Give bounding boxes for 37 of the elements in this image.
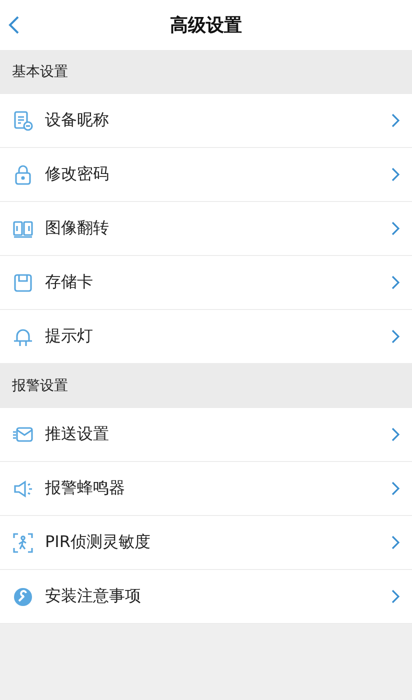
- row-label: 图像翻转: [45, 218, 110, 239]
- row-label: 修改密码: [45, 164, 110, 185]
- settings-row[interactable]: 存储卡: [0, 256, 412, 310]
- chevron-icon: [391, 113, 400, 128]
- row-label: PIR侦测灵敏度: [45, 532, 152, 553]
- speaker-icon: [12, 478, 34, 500]
- row-label: 存储卡: [45, 272, 94, 293]
- settings-row[interactable]: 报警蜂鸣器: [0, 462, 412, 516]
- lock-icon: [12, 164, 34, 186]
- chevron-icon: [391, 589, 400, 604]
- row-label: 安装注意事项: [45, 586, 142, 607]
- document-icon: [12, 110, 34, 132]
- chevron-icon: [391, 275, 400, 290]
- chevron-icon: [391, 167, 400, 182]
- settings-row[interactable]: 推送设置: [0, 408, 412, 462]
- floppy-icon: [12, 272, 34, 294]
- section-header: 报警设置: [0, 364, 412, 408]
- person-icon: [12, 532, 34, 554]
- chevron-icon: [391, 481, 400, 496]
- row-label: 设备昵称: [45, 110, 110, 131]
- wrench-icon: [12, 586, 34, 608]
- settings-row[interactable]: PIR侦测灵敏度: [0, 516, 412, 570]
- chevron-icon: [391, 427, 400, 442]
- settings-row[interactable]: 图像翻转: [0, 202, 412, 256]
- chevron-icon: [391, 535, 400, 550]
- page-title: 高级设置: [170, 14, 242, 37]
- row-label: 推送设置: [45, 424, 110, 445]
- section-header: 基本设置: [0, 50, 412, 94]
- settings-row[interactable]: 设备昵称: [0, 94, 412, 148]
- chevron-icon: [391, 221, 400, 236]
- settings-row[interactable]: 提示灯: [0, 310, 412, 364]
- settings-row[interactable]: 安装注意事项: [0, 570, 412, 624]
- back-icon[interactable]: [8, 15, 20, 35]
- row-label: 报警蜂鸣器: [45, 478, 126, 499]
- row-label: 提示灯: [45, 326, 94, 347]
- chevron-icon: [391, 329, 400, 344]
- settings-row[interactable]: 修改密码: [0, 148, 412, 202]
